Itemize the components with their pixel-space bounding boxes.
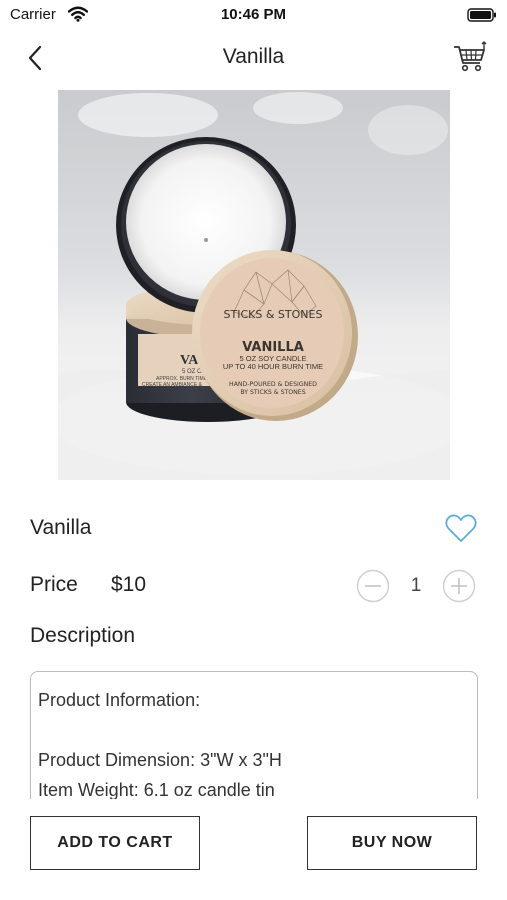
- quantity-increase-button[interactable]: [442, 569, 476, 603]
- quantity-value: 1: [410, 575, 422, 596]
- favorite-button[interactable]: [444, 512, 478, 544]
- navigation-bar: Vanilla: [0, 36, 507, 80]
- plus-circle-icon: [442, 569, 476, 607]
- description-heading: Description: [30, 624, 136, 647]
- page-title: Vanilla: [222, 45, 285, 68]
- description-text-box[interactable]: Product Information: Product Dimension: …: [30, 671, 478, 799]
- cart-button[interactable]: [453, 41, 487, 73]
- description-line: Product Information:: [38, 690, 201, 710]
- add-to-cart-button[interactable]: ADD TO CART: [30, 816, 200, 870]
- brand-label: STICKS & STONES: [224, 308, 323, 321]
- description-line: Item Weight: 6.1 oz candle tin: [38, 780, 275, 799]
- minus-circle-icon: [356, 569, 390, 607]
- lid-label-line-3: HAND-POURED & DESIGNED: [229, 381, 317, 388]
- description-line: [38, 715, 470, 745]
- status-bar: Carrier 10:46 PM: [0, 0, 507, 30]
- lid-label-line-2: UP TO 40 HOUR BURN TIME: [223, 362, 323, 371]
- quantity-decrease-button[interactable]: [356, 569, 390, 603]
- price-value: $10: [111, 573, 147, 596]
- shopping-cart-icon: [453, 41, 487, 77]
- lid-label-title: VANILLA: [242, 340, 304, 355]
- price-label: Price: [30, 573, 78, 596]
- product-name: Vanilla: [30, 516, 92, 539]
- lid-label-line-4: BY STICKS & STONES: [240, 389, 305, 396]
- clock: 10:46 PM: [220, 6, 287, 23]
- buy-now-button[interactable]: BUY NOW: [307, 816, 477, 870]
- description-line: Product Dimension: 3"W x 3"H: [38, 750, 282, 770]
- back-label-line-3: CREATE AN AMBIANCE &: [142, 382, 203, 388]
- product-image: VANI 5 OZ CAN APPROX. BURN TIME CREATE A…: [58, 90, 450, 480]
- heart-outline-icon: [444, 514, 478, 548]
- price-row: Price $10 1: [30, 568, 480, 604]
- battery-icon: [467, 8, 497, 27]
- product-name-row: Vanilla: [30, 512, 480, 546]
